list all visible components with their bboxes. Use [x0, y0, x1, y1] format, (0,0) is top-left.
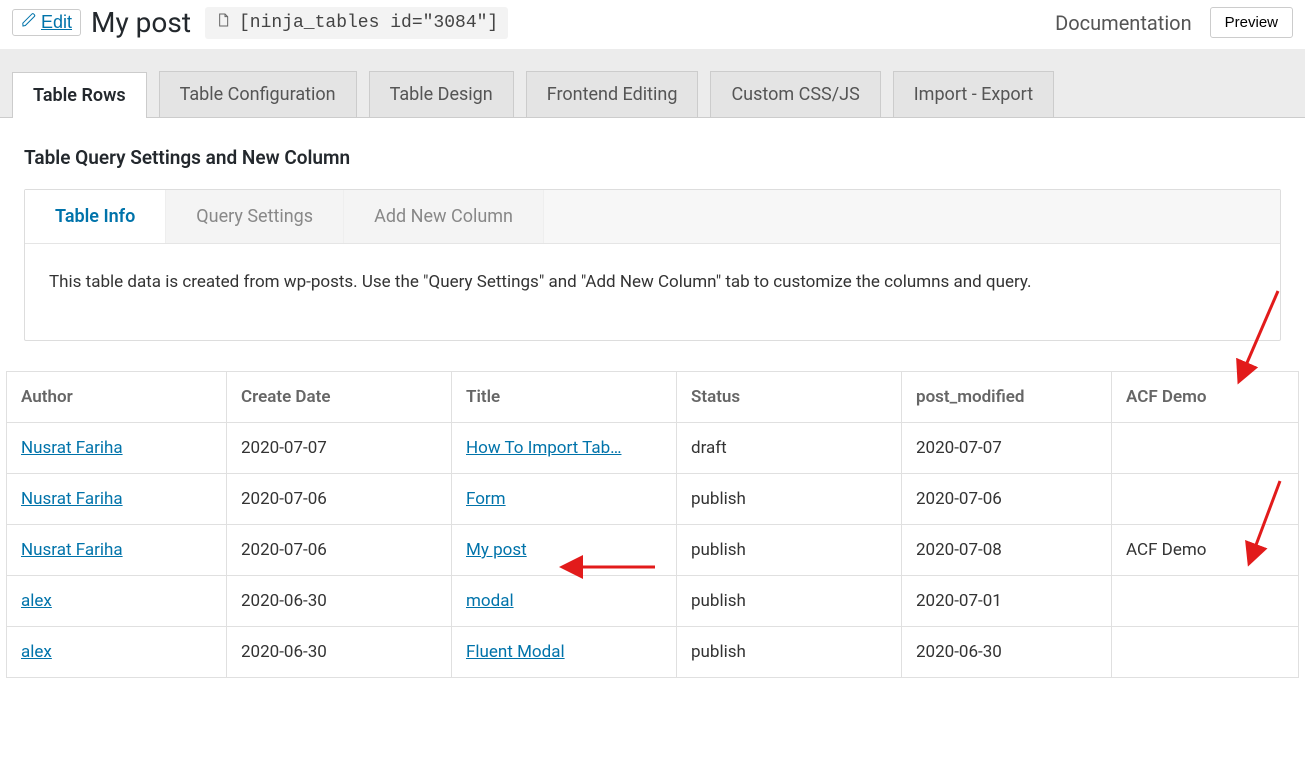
table-row: Nusrat Fariha2020-07-06Formpublish2020-0…: [7, 474, 1299, 525]
table-rows-section: Table Query Settings and New Column Tabl…: [0, 118, 1305, 341]
col-create-date[interactable]: Create Date: [227, 372, 452, 423]
tab-custom-css-js[interactable]: Custom CSS/JS: [710, 71, 880, 117]
pencil-icon: [21, 12, 37, 33]
col-post-modified[interactable]: post_modified: [902, 372, 1112, 423]
post-modified-cell: 2020-07-07: [902, 423, 1112, 474]
preview-button[interactable]: Preview: [1210, 7, 1293, 38]
edit-button[interactable]: Edit: [12, 9, 81, 36]
table-row: Nusrat Fariha 2020-07-07 How To Import Tab…: [7, 423, 1299, 474]
page-title: My post: [91, 6, 191, 39]
col-author[interactable]: Author: [7, 372, 227, 423]
col-title[interactable]: Title: [452, 372, 677, 423]
table-info-card: Table Info Query Settings Add New Column…: [24, 189, 1281, 341]
author-link[interactable]: Nusrat Fariha: [21, 438, 123, 458]
page-header: Edit My post [ninja_tables id="3084"] Do…: [0, 0, 1305, 49]
author-link[interactable]: alex: [21, 642, 52, 662]
create-date-cell: 2020-07-07: [227, 423, 452, 474]
documentation-link[interactable]: Documentation: [1055, 11, 1192, 35]
author-link[interactable]: Nusrat Fariha: [21, 489, 123, 509]
col-acf-demo[interactable]: ACF Demo: [1112, 372, 1299, 423]
status-cell: publish: [677, 525, 902, 576]
title-link[interactable]: Fluent Modal: [466, 642, 565, 662]
acf-demo-cell: [1112, 576, 1299, 627]
section-title: Table Query Settings and New Column: [24, 146, 1281, 169]
author-link[interactable]: Nusrat Fariha: [21, 540, 123, 560]
post-modified-cell: 2020-07-01: [902, 576, 1112, 627]
table-row: alex 2020-06-30 modal publish2020-07-01: [7, 576, 1299, 627]
posts-table: Author Create Date Title Status post_mod…: [6, 371, 1299, 678]
col-status[interactable]: Status: [677, 372, 902, 423]
create-date-cell: 2020-07-06: [227, 525, 452, 576]
status-cell: draft: [677, 423, 902, 474]
shortcode-text: [ninja_tables id="3084"]: [239, 13, 498, 33]
tab-table-configuration[interactable]: Table Configuration: [159, 71, 357, 117]
acf-demo-cell: [1112, 627, 1299, 678]
acf-demo-cell: [1112, 423, 1299, 474]
status-cell: publish: [677, 627, 902, 678]
author-link[interactable]: alex: [21, 591, 52, 611]
create-date-cell: 2020-07-06: [227, 474, 452, 525]
edit-button-label: Edit: [41, 12, 72, 33]
post-modified-cell: 2020-07-06: [902, 474, 1112, 525]
status-cell: publish: [677, 576, 902, 627]
acf-demo-cell: [1112, 474, 1299, 525]
post-modified-cell: 2020-06-30: [902, 627, 1112, 678]
sub-tab-table-info[interactable]: Table Info: [25, 190, 166, 243]
sub-tab-query-settings[interactable]: Query Settings: [166, 190, 344, 243]
title-link[interactable]: My post: [466, 540, 527, 560]
tab-import-export[interactable]: Import - Export: [893, 71, 1054, 117]
header-actions: Documentation Preview: [1055, 7, 1293, 38]
table-row: alex2020-06-30Fluent Modalpublish2020-06…: [7, 627, 1299, 678]
table-row: Nusrat Fariha 2020-07-06 My post publish202…: [7, 525, 1299, 576]
sub-tab-add-new-column[interactable]: Add New Column: [344, 190, 544, 243]
sub-tab-strip: Table Info Query Settings Add New Column: [25, 190, 1280, 244]
create-date-cell: 2020-06-30: [227, 576, 452, 627]
document-icon: [215, 11, 231, 35]
acf-demo-cell: ACF Demo: [1112, 525, 1299, 576]
tab-table-design[interactable]: Table Design: [369, 71, 514, 117]
title-link[interactable]: modal: [466, 591, 514, 611]
post-modified-cell: 2020-07-08: [902, 525, 1112, 576]
table-info-body: This table data is created from wp-posts…: [25, 244, 1280, 340]
main-tab-strip: Table Rows Table Configuration Table Des…: [0, 49, 1305, 118]
data-table-wrap: Author Create Date Title Status post_mod…: [0, 371, 1305, 688]
title-link[interactable]: How To Import Tab…: [466, 438, 621, 458]
table-header-row: Author Create Date Title Status post_mod…: [7, 372, 1299, 423]
title-link[interactable]: Form: [466, 489, 506, 509]
tab-table-rows[interactable]: Table Rows: [12, 72, 147, 118]
create-date-cell: 2020-06-30: [227, 627, 452, 678]
shortcode-display[interactable]: [ninja_tables id="3084"]: [205, 7, 508, 39]
tab-frontend-editing[interactable]: Frontend Editing: [526, 71, 699, 117]
status-cell: publish: [677, 474, 902, 525]
